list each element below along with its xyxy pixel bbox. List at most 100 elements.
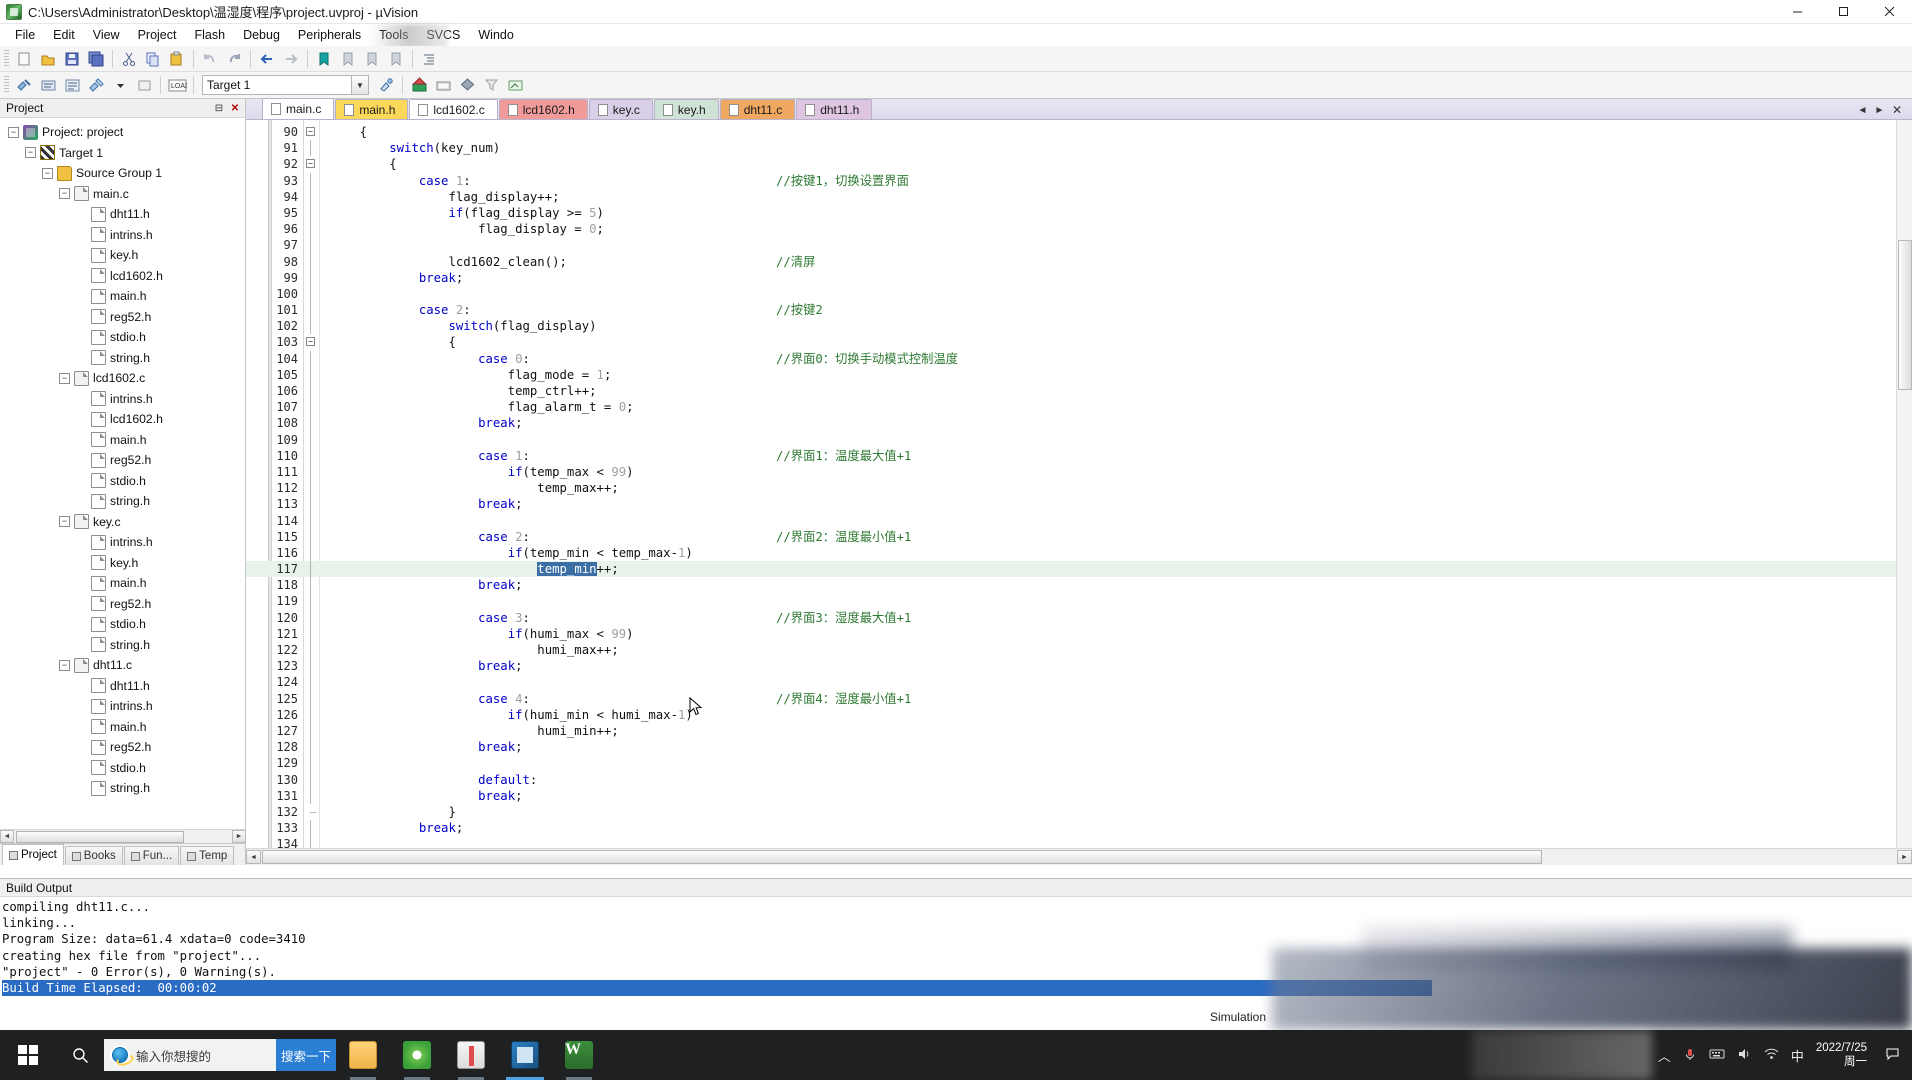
tree-item-project-project[interactable]: − Project: project	[0, 122, 245, 143]
code-line[interactable]: 96 flag_display = 0;	[246, 221, 1912, 238]
code-line[interactable]: 91 switch(key_num)	[246, 140, 1912, 157]
redo-icon[interactable]	[223, 48, 245, 69]
network-icon[interactable]	[1764, 1047, 1779, 1064]
code-line[interactable]: 94 flag_display++;	[246, 188, 1912, 205]
editor-vscrollbar[interactable]	[1896, 120, 1912, 848]
tree-item-reg52-h[interactable]: reg52.h	[0, 594, 245, 615]
menu-edit[interactable]: Edit	[44, 26, 84, 44]
tab-project[interactable]: Project	[2, 844, 64, 865]
translate-file-icon[interactable]	[13, 75, 35, 96]
menu-window[interactable]: Windo	[469, 26, 522, 44]
tree-item-lcd1602-h[interactable]: lcd1602.h	[0, 409, 245, 430]
target-combo-value[interactable]: Target 1	[202, 75, 352, 95]
editor-tab-lcd1602-c[interactable]: lcd1602.c	[409, 99, 498, 119]
code-line[interactable]: 97	[246, 237, 1912, 254]
hscroll-right-arrow-icon[interactable]: ►	[1897, 850, 1912, 864]
load-icon[interactable]: LOAD	[166, 75, 188, 96]
menu-flash[interactable]: Flash	[185, 26, 234, 44]
tree-item-string-h[interactable]: string.h	[0, 635, 245, 656]
tree-expander-icon[interactable]: −	[59, 372, 70, 384]
search-submit-button[interactable]: 搜索一下	[276, 1039, 336, 1071]
tree-item-string-h[interactable]: string.h	[0, 491, 245, 512]
search-icon[interactable]	[56, 1030, 104, 1080]
fold-collapse-icon[interactable]: −	[306, 127, 315, 136]
code-line[interactable]: 129	[246, 755, 1912, 772]
save-icon[interactable]	[61, 48, 83, 69]
tree-item-main-h[interactable]: main.h	[0, 430, 245, 451]
cut-icon[interactable]	[118, 48, 140, 69]
fold-collapse-icon[interactable]: −	[306, 337, 315, 347]
code-line[interactable]: 104 case 0: //界面0：切换手动模式控制温度	[246, 350, 1912, 367]
code-editor[interactable]: 90− {91 switch(key_num) 92− {93 case 1://…	[246, 120, 1912, 848]
code-line[interactable]: 117 temp_min++;	[246, 561, 1912, 578]
build-dropdown-arrow-icon[interactable]	[109, 75, 131, 96]
menu-view[interactable]: View	[84, 26, 129, 44]
scroll-right-arrow-icon[interactable]: ►	[232, 830, 246, 843]
notifications-icon[interactable]	[1885, 1046, 1904, 1064]
code-line[interactable]: 131 break;	[246, 787, 1912, 804]
toolbar-grip[interactable]	[4, 76, 9, 94]
taskbar-app-wps[interactable]: W	[552, 1030, 606, 1080]
code-line[interactable]: 98 lcd1602_clean(); //清屏	[246, 253, 1912, 270]
scroll-left-arrow-icon[interactable]: ◄	[0, 830, 14, 843]
code-line[interactable]: 119	[246, 593, 1912, 610]
tree-item-reg52-h[interactable]: reg52.h	[0, 307, 245, 328]
editor-tab-dht11-h[interactable]: dht11.h	[796, 99, 873, 119]
bookmark-toggle-icon[interactable]	[313, 48, 335, 69]
code-line[interactable]: 99 break;	[246, 269, 1912, 286]
code-line[interactable]: 130 default:	[246, 771, 1912, 788]
toolbar-grip[interactable]	[4, 49, 9, 68]
editor-vscroll-thumb[interactable]	[1898, 240, 1912, 390]
tree-item-intrins-h[interactable]: intrins.h	[0, 696, 245, 717]
code-line[interactable]: 111 if(temp_max < 99)	[246, 463, 1912, 481]
rebuild-all-icon[interactable]	[61, 75, 83, 96]
menu-file[interactable]: File	[6, 26, 44, 44]
tree-item-string-h[interactable]: string.h	[0, 778, 245, 799]
code-line[interactable]: 102 switch(flag_display)	[246, 318, 1912, 335]
code-line[interactable]: 123 break;	[246, 658, 1912, 675]
editor-close-icon[interactable]: ✕	[1890, 103, 1904, 117]
bookmark-next-icon[interactable]	[361, 48, 383, 69]
tree-item-main-c[interactable]: − main.c	[0, 184, 245, 205]
code-line[interactable]: 128 break;	[246, 739, 1912, 756]
editor-hscroll-thumb[interactable]	[262, 850, 1542, 864]
editor-tab-dht11-c[interactable]: dht11.c	[719, 99, 796, 119]
tab-books[interactable]: Books	[64, 846, 123, 865]
tab-scroll-right-icon[interactable]: ►	[1873, 104, 1886, 117]
tree-item-string-h[interactable]: string.h	[0, 348, 245, 369]
code-line[interactable]: 134	[246, 836, 1912, 848]
bookmark-clear-icon[interactable]	[385, 48, 407, 69]
tree-item-key-h[interactable]: key.h	[0, 553, 245, 574]
project-window-icon[interactable]	[456, 75, 478, 96]
ime-indicator[interactable]: 中	[1791, 1046, 1804, 1065]
tree-item-lcd1602-c[interactable]: − lcd1602.c	[0, 368, 245, 389]
taskbar-clock[interactable]: 2022/7/25 周一	[1816, 1041, 1873, 1069]
code-line[interactable]: 127 humi_min++;	[246, 722, 1912, 740]
target-combo-arrow-icon[interactable]: ▼	[352, 75, 369, 95]
tree-expander-icon[interactable]: −	[8, 126, 19, 138]
code-line[interactable]: 93 case 1: //按键1，切换设置界面	[246, 172, 1912, 189]
paste-icon[interactable]	[166, 48, 188, 69]
code-line[interactable]: 110 case 1: //界面1：温度最大值+1	[246, 447, 1912, 464]
editor-tab-key-c[interactable]: key.c	[588, 99, 653, 119]
batch-build-icon[interactable]	[85, 75, 107, 96]
code-line[interactable]: 118 break;	[246, 577, 1912, 594]
editor-tab-main-h[interactable]: main.h	[335, 99, 409, 119]
menu-project[interactable]: Project	[129, 26, 186, 44]
keyboard-icon[interactable]	[1709, 1047, 1725, 1064]
code-line[interactable]: 116 if(temp_min < temp_max-1)	[246, 544, 1912, 562]
code-line[interactable]: 101 case 2: //按键2	[246, 302, 1912, 319]
code-line[interactable]: 100	[246, 285, 1912, 303]
scroll-thumb[interactable]	[16, 830, 184, 843]
menu-debug[interactable]: Debug	[234, 26, 289, 44]
code-line[interactable]: 112 temp_max++;	[246, 480, 1912, 497]
menu-peripherals[interactable]: Peripherals	[289, 26, 370, 44]
tree-item-main-h[interactable]: main.h	[0, 717, 245, 738]
tree-item-source-group-1[interactable]: − Source Group 1	[0, 163, 245, 184]
tree-item-stdio-h[interactable]: stdio.h	[0, 758, 245, 779]
code-line[interactable]: 122 humi_max++;	[246, 642, 1912, 659]
navigate-forward-icon[interactable]	[280, 48, 302, 69]
new-file-icon[interactable]	[13, 48, 35, 69]
manage-project-items-icon[interactable]	[375, 75, 397, 96]
code-line[interactable]: 105 flag_mode = 1;	[246, 366, 1912, 383]
